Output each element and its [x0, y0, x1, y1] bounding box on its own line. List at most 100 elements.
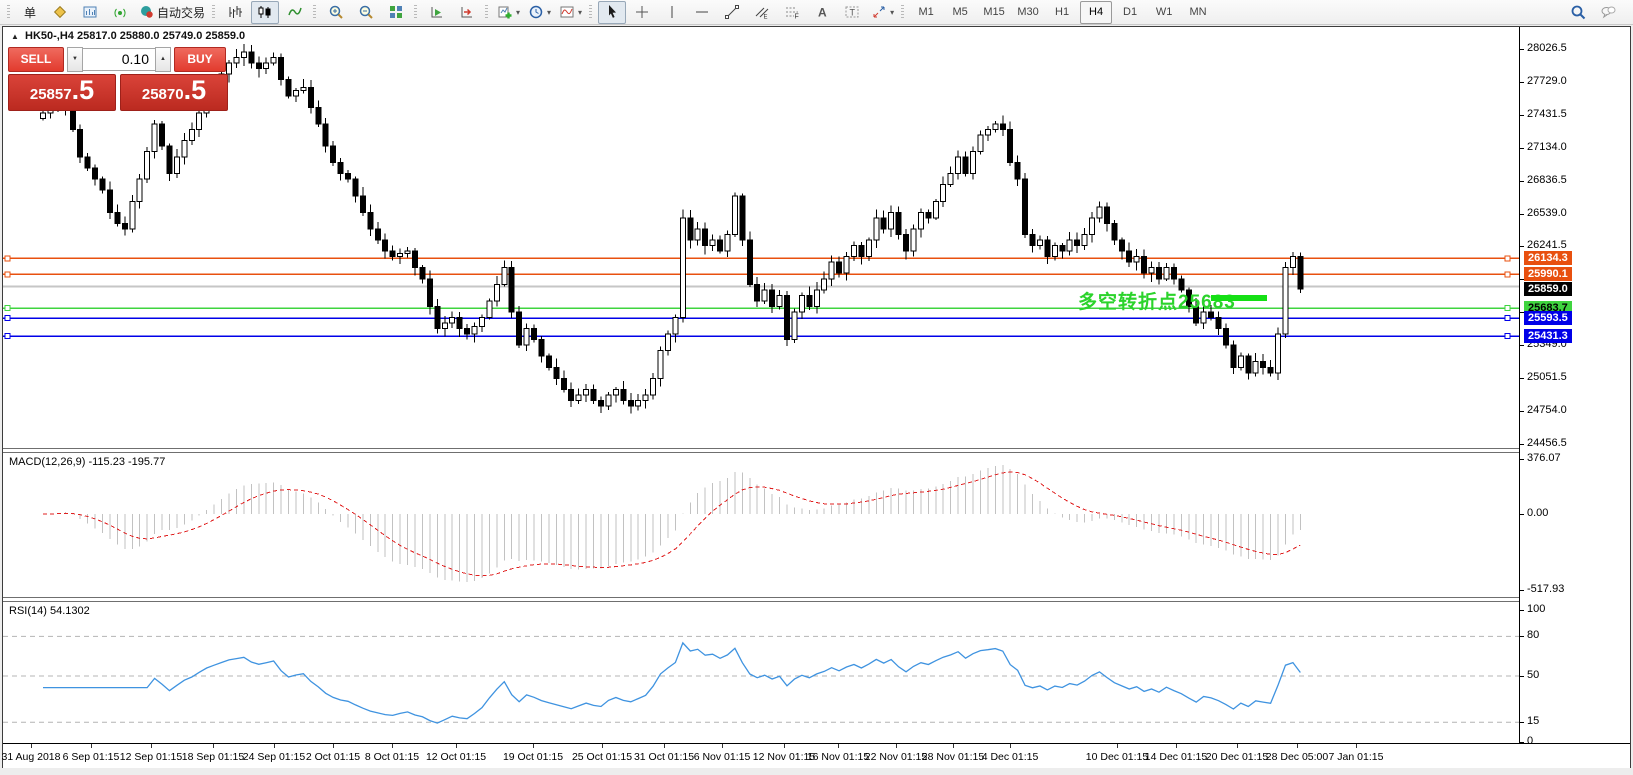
one-click-trading-panel: SELL ▼ ▲ BUY 25857 .5 25870 .5 — [8, 46, 238, 111]
toolbar-grip[interactable] — [589, 5, 592, 20]
dropdown-arrow-icon[interactable]: ▾ — [547, 8, 551, 17]
axis-tick-mark — [1520, 214, 1524, 215]
text-icon[interactable]: A — [808, 1, 836, 24]
market-watch-icon-glyph — [52, 4, 68, 20]
arrows-icon[interactable]: ▾ — [868, 1, 897, 24]
timeframe-M5[interactable]: M5 — [944, 1, 976, 24]
time-axis-tick — [1176, 744, 1177, 748]
zoom-group — [321, 0, 411, 24]
tile-windows-icon[interactable] — [382, 1, 410, 24]
timeframe-MN[interactable]: MN — [1182, 1, 1214, 24]
zoom-out-icon-glyph — [358, 4, 374, 20]
equidistant-channel-icon[interactable]: E — [748, 1, 776, 24]
line-handle[interactable] — [5, 256, 10, 261]
toolbar-grip[interactable] — [414, 5, 417, 20]
fibonacci-icon[interactable]: F — [778, 1, 806, 24]
toolbar-grip[interactable] — [485, 5, 488, 20]
scroll-group — [422, 0, 482, 24]
periods-icon[interactable]: ▾ — [525, 1, 554, 24]
toolbar-grip[interactable] — [901, 5, 904, 20]
toolbar-grip[interactable] — [7, 5, 10, 20]
axis-tick-mark — [1520, 378, 1524, 379]
svg-text:E: E — [764, 15, 768, 21]
price-axis[interactable]: 28026.527729.027431.527134.026836.526539… — [1519, 27, 1630, 743]
horizontal-line-icon[interactable] — [688, 1, 716, 24]
highlight-segment[interactable] — [1211, 295, 1267, 301]
candlestick-chart-icon[interactable] — [251, 1, 279, 24]
tools-group: E FA T ▾ — [597, 0, 898, 24]
time-axis-tick — [151, 744, 152, 748]
toolbar-grip[interactable] — [313, 5, 316, 20]
line-handle[interactable] — [5, 306, 10, 311]
trendline-icon[interactable] — [718, 1, 746, 24]
svg-text:T: T — [850, 8, 856, 18]
timeframe-M30[interactable]: M30 — [1012, 1, 1044, 24]
text-label-icon[interactable]: T — [838, 1, 866, 24]
chat-icon[interactable] — [1594, 1, 1622, 24]
sell-price-display[interactable]: 25857 .5 — [8, 74, 116, 111]
price-line-label: 25990.1 — [1524, 267, 1572, 281]
axis-tick-mark — [1520, 148, 1524, 149]
sell-button[interactable]: SELL — [8, 47, 64, 72]
rsi-pane-canvas[interactable] — [3, 602, 1519, 743]
time-axis-tick — [1117, 744, 1118, 748]
line-handle[interactable] — [5, 334, 10, 339]
time-axis-tick — [31, 744, 32, 748]
vertical-line-icon[interactable] — [658, 1, 686, 24]
axis-tick-mark — [1520, 115, 1524, 116]
collapse-trade-panel-icon[interactable]: ▲ — [11, 32, 19, 41]
indicators-icon[interactable]: ▾ — [494, 1, 523, 24]
auto-scroll-icon[interactable] — [423, 1, 451, 24]
rsi-tick-label: 100 — [1527, 603, 1545, 615]
new-order-button[interactable]: 单 — [16, 1, 44, 24]
timeframe-M15[interactable]: M15 — [978, 1, 1010, 24]
dropdown-arrow-icon[interactable]: ▾ — [578, 8, 582, 17]
price-line-label: 25859.0 — [1524, 282, 1572, 296]
line-handle[interactable] — [5, 316, 10, 321]
timeframe-W1[interactable]: W1 — [1148, 1, 1180, 24]
buy-price-display[interactable]: 25870 .5 — [120, 74, 228, 111]
line-chart-icon[interactable] — [281, 1, 309, 24]
price-line-label: 25593.5 — [1524, 311, 1572, 325]
toolbar-right-group — [1563, 1, 1623, 24]
templates-icon[interactable]: ▾ — [556, 1, 585, 24]
rsi-tick-label: 80 — [1527, 629, 1539, 641]
data-window-icon[interactable] — [76, 1, 104, 24]
time-axis-tick — [213, 744, 214, 748]
zoom-out-icon[interactable] — [352, 1, 380, 24]
dropdown-arrow-icon[interactable]: ▾ — [890, 8, 894, 17]
volume-decrease-button[interactable]: ▼ — [67, 47, 83, 72]
volume-increase-button[interactable]: ▲ — [155, 47, 171, 72]
time-axis-tick — [722, 744, 723, 748]
market-watch-icon[interactable] — [46, 1, 74, 24]
search-icon[interactable] — [1564, 1, 1592, 24]
line-handle[interactable] — [1505, 306, 1510, 311]
zoom-in-icon[interactable] — [322, 1, 350, 24]
data-window-icon-glyph — [82, 4, 98, 20]
buy-button[interactable]: BUY — [174, 47, 226, 72]
chart-shift-icon[interactable] — [453, 1, 481, 24]
time-axis-tick — [91, 744, 92, 748]
timeframe-H4[interactable]: H4 — [1080, 1, 1112, 24]
timeframe-H1[interactable]: H1 — [1046, 1, 1078, 24]
timeframe-M1[interactable]: M1 — [910, 1, 942, 24]
line-handle[interactable] — [1505, 316, 1510, 321]
timeframe-D1[interactable]: D1 — [1114, 1, 1146, 24]
macd-pane-canvas[interactable] — [3, 453, 1519, 597]
line-handle[interactable] — [1505, 334, 1510, 339]
price-line-label: 25431.3 — [1524, 329, 1572, 343]
price-tick-label: 24754.0 — [1527, 404, 1567, 416]
dropdown-arrow-icon[interactable]: ▾ — [516, 8, 520, 17]
toolbar-grip[interactable] — [212, 5, 215, 20]
line-handle[interactable] — [1505, 272, 1510, 277]
chart-shift-icon-glyph — [459, 4, 475, 20]
time-axis[interactable]: 31 Aug 20186 Sep 01:1512 Sep 01:1518 Sep… — [3, 743, 1630, 768]
line-handle[interactable] — [1505, 256, 1510, 261]
auto-trading-button[interactable]: 自动交易 — [136, 1, 208, 24]
line-handle[interactable] — [5, 272, 10, 277]
navigator-icon[interactable] — [106, 1, 134, 24]
crosshair-icon[interactable] — [628, 1, 656, 24]
cursor-icon[interactable] — [598, 1, 626, 24]
volume-input[interactable] — [83, 48, 155, 71]
bar-chart-icon[interactable] — [221, 1, 249, 24]
